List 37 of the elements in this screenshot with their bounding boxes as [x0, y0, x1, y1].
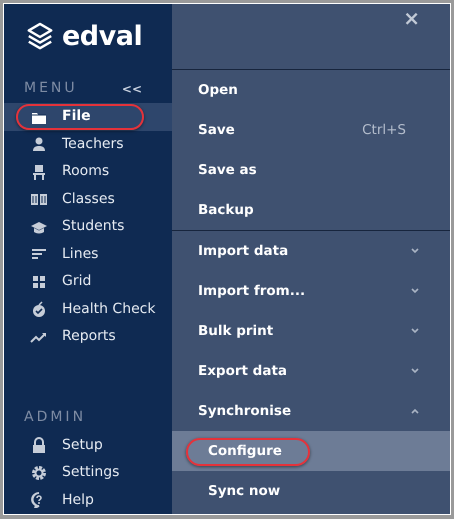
menu-item[interactable]: Import data	[172, 231, 450, 271]
collapse-button[interactable]: <<	[122, 80, 142, 98]
menu-item[interactable]: Open	[172, 70, 450, 110]
sidebar-item[interactable]: Lines	[4, 240, 172, 268]
sidebar-item[interactable]: Classes	[4, 186, 172, 213]
sidebar-item[interactable]: Grid	[4, 268, 172, 296]
lock-icon	[30, 437, 48, 454]
sidebar-item[interactable]: Students	[4, 213, 172, 240]
apple-check-icon	[30, 301, 48, 318]
menu-item[interactable]: Bulk print	[172, 311, 450, 351]
sidebar-item[interactable]: Rooms	[4, 158, 172, 186]
menu-item[interactable]: Export data	[172, 351, 450, 391]
section-label: ADMIN	[24, 408, 86, 426]
sidebar-item[interactable]: Help	[4, 486, 172, 514]
book-icon	[30, 191, 48, 208]
menu-item[interactable]: Save Ctrl+S	[172, 110, 450, 150]
grid-icon	[30, 274, 48, 290]
section-label: MENU	[24, 79, 78, 98]
person-icon	[30, 136, 48, 152]
logo-text: edval	[62, 20, 142, 54]
sidebar-item[interactable]: Teachers	[4, 130, 172, 158]
menu-item[interactable]: Synchronise	[172, 391, 450, 431]
close-button[interactable]: ×	[403, 4, 450, 28]
sidebar-item[interactable]: Health Check	[4, 296, 172, 323]
sidebar-item[interactable]: Reports	[4, 323, 172, 350]
sidebar-item[interactable]: Settings	[4, 459, 172, 486]
shortcut-text: Ctrl+S	[362, 120, 406, 140]
gear-icon	[30, 464, 48, 481]
menu-item[interactable]: Save as	[172, 150, 450, 190]
submenu-item[interactable]: Configure	[172, 431, 450, 471]
logo-icon	[26, 22, 54, 52]
chair-icon	[30, 164, 48, 180]
sidebar-item[interactable]: File	[4, 103, 172, 130]
sidebar-item[interactable]: Setup	[4, 432, 172, 459]
submenu-item[interactable]: Sync now	[172, 471, 450, 511]
menu-item[interactable]: Import from...	[172, 271, 450, 311]
menu-item[interactable]: Backup	[172, 190, 450, 230]
